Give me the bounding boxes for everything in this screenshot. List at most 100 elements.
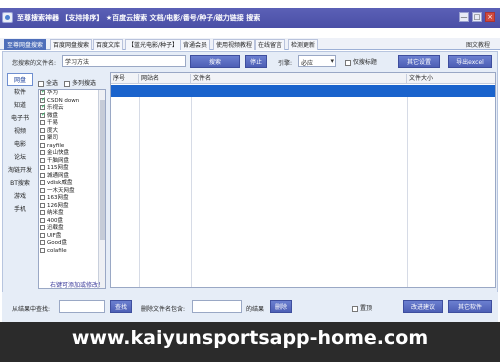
site-list-item[interactable]: 126网盘	[39, 202, 105, 211]
column-header-site[interactable]: 网站名	[139, 74, 191, 84]
site-checkbox[interactable]	[40, 210, 45, 215]
site-list-item[interactable]: vdisk威盘	[39, 180, 105, 188]
site-label: 400盘	[47, 217, 63, 224]
site-checkbox[interactable]	[40, 135, 45, 140]
column-divider	[407, 97, 408, 287]
search-input[interactable]: 学习方法	[62, 55, 186, 67]
category-dev[interactable]: 淘链开发	[7, 164, 33, 177]
category-mobile[interactable]: 手机	[7, 203, 33, 216]
site-list-item[interactable]: 163网盘	[39, 195, 105, 203]
tab-check-update[interactable]: 检测更新	[288, 39, 319, 50]
export-excel-button[interactable]: 导出excel	[448, 55, 492, 68]
site-checkbox[interactable]	[40, 111, 46, 118]
always-on-top-checkbox[interactable]	[352, 305, 358, 312]
results-table[interactable]: 序号 网站名 文件名 文件大小	[110, 72, 496, 288]
exact-title-option[interactable]: 仅搜标题	[345, 57, 377, 66]
always-on-top-option[interactable]: 置顶	[352, 303, 372, 312]
tab-supreme-search[interactable]: 至尊网盘搜索	[4, 39, 47, 50]
site-list[interactable]: 华为CSDN down乐视云微盘千易度大聚司rayfile金山快盘千脑网盘115…	[38, 89, 106, 289]
table-row-selected[interactable]	[111, 85, 495, 97]
site-list-item[interactable]: 聚司	[39, 135, 105, 143]
category-video[interactable]: 视频	[7, 125, 33, 138]
site-checkbox[interactable]	[40, 150, 45, 155]
watermark-banner: www.kaiyunsportsapp-home.com	[0, 322, 500, 362]
select-all-checkbox[interactable]	[38, 80, 44, 87]
site-list-item[interactable]: 乐视云	[39, 103, 105, 113]
site-checkbox[interactable]	[40, 142, 45, 148]
other-software-button[interactable]: 其它软件	[448, 300, 492, 313]
site-checkbox[interactable]	[40, 157, 45, 163]
site-checkbox[interactable]	[40, 172, 45, 178]
site-checkbox[interactable]	[40, 240, 45, 245]
site-list-item[interactable]: rayfile	[39, 142, 105, 151]
site-list-item[interactable]: CSDN down	[39, 96, 105, 106]
find-button[interactable]: 查找	[110, 300, 132, 313]
category-ebook[interactable]: 电子书	[7, 112, 33, 125]
site-list-item[interactable]: colafile	[39, 247, 105, 256]
site-checkbox[interactable]	[40, 120, 45, 125]
site-list-item[interactable]: 一木天网盘	[39, 187, 105, 196]
find-in-results-input[interactable]	[59, 300, 105, 313]
site-label: 乐视云	[47, 105, 64, 111]
search-button[interactable]: 搜索	[190, 55, 240, 68]
site-checkbox[interactable]	[40, 217, 45, 223]
column-header-filesize[interactable]: 文件大小	[407, 74, 495, 84]
site-list-item[interactable]: 度大	[39, 127, 105, 136]
site-list-item[interactable]: 华为	[39, 90, 105, 98]
maximize-button[interactable]: □	[472, 12, 482, 22]
site-list-item[interactable]: 千易	[39, 120, 105, 128]
site-list-scroll-thumb[interactable]	[100, 100, 105, 240]
stop-button[interactable]: 停止	[245, 55, 267, 68]
tab-baidu-wenku[interactable]: 百度文库	[93, 39, 124, 50]
category-bt-search[interactable]: BT搜索	[7, 177, 33, 190]
site-list-item[interactable]: 115网盘	[39, 165, 105, 173]
site-checkbox[interactable]	[40, 127, 45, 133]
site-list-item[interactable]: 迅载盘	[39, 225, 105, 233]
category-software[interactable]: 软件	[7, 86, 33, 99]
site-list-item[interactable]: 微盘	[39, 111, 105, 121]
site-list-item[interactable]: 千脑网盘	[39, 157, 105, 166]
site-checkbox[interactable]	[40, 96, 46, 103]
other-settings-button[interactable]: 其它设置	[398, 55, 440, 68]
category-netdisk[interactable]: 网盘	[7, 73, 33, 86]
site-checkbox[interactable]	[40, 202, 45, 208]
tab-bluray-movie[interactable]: 【蓝光电影/种子】	[125, 39, 182, 50]
help-link[interactable]: 图文教程	[466, 40, 490, 49]
site-list-item[interactable]: 400盘	[39, 217, 105, 226]
site-checkbox[interactable]	[40, 195, 45, 200]
category-zhidao[interactable]: 知道	[7, 99, 33, 112]
site-checkbox[interactable]	[40, 180, 45, 185]
engine-select[interactable]: 必应	[298, 55, 336, 67]
category-forum[interactable]: 论坛	[7, 151, 33, 164]
delete-button[interactable]: 删除	[270, 300, 292, 313]
close-button[interactable]: ×	[485, 12, 495, 22]
site-label: 城通网盘	[47, 172, 70, 179]
site-list-item[interactable]: 城通网盘	[39, 172, 105, 181]
column-header-filename[interactable]: 文件名	[191, 74, 407, 84]
tab-vip[interactable]: 背通会员	[180, 39, 211, 50]
column-header-number[interactable]: 序号	[111, 74, 139, 84]
site-list-item[interactable]: Good盘	[39, 240, 105, 248]
delete-filter-input[interactable]	[192, 300, 242, 313]
site-checkbox[interactable]	[40, 247, 45, 253]
site-checkbox[interactable]	[40, 225, 45, 230]
site-checkbox[interactable]	[40, 187, 45, 193]
site-checkbox[interactable]	[40, 90, 46, 96]
multi-select-checkbox[interactable]	[63, 80, 70, 87]
tab-guestbook[interactable]: 在线留言	[255, 39, 286, 50]
suggestion-button[interactable]: 改进建议	[403, 300, 443, 313]
site-list-item[interactable]: 纳米盘	[39, 210, 105, 218]
site-checkbox[interactable]	[40, 232, 45, 238]
category-movie[interactable]: 电影	[7, 138, 33, 151]
site-checkbox[interactable]	[40, 103, 46, 111]
exact-title-checkbox[interactable]	[345, 59, 351, 66]
site-list-scrollbar[interactable]	[98, 90, 105, 288]
minimize-button[interactable]: —	[459, 12, 469, 22]
tab-video-tutorial[interactable]: 使用视频教程	[213, 39, 256, 50]
site-checkbox[interactable]	[40, 165, 45, 170]
category-games[interactable]: 游戏	[7, 190, 33, 203]
site-list-item[interactable]: UIF盘	[39, 232, 105, 241]
title-bar[interactable]: 至尊搜索神器 【支持排序】 ★百度云搜索 文档/电影/番号/种子/磁力链接 搜索…	[0, 8, 500, 28]
tab-baidu-pan-search[interactable]: 百度网盘搜索	[50, 39, 93, 50]
site-list-item[interactable]: 金山快盘	[39, 150, 105, 158]
